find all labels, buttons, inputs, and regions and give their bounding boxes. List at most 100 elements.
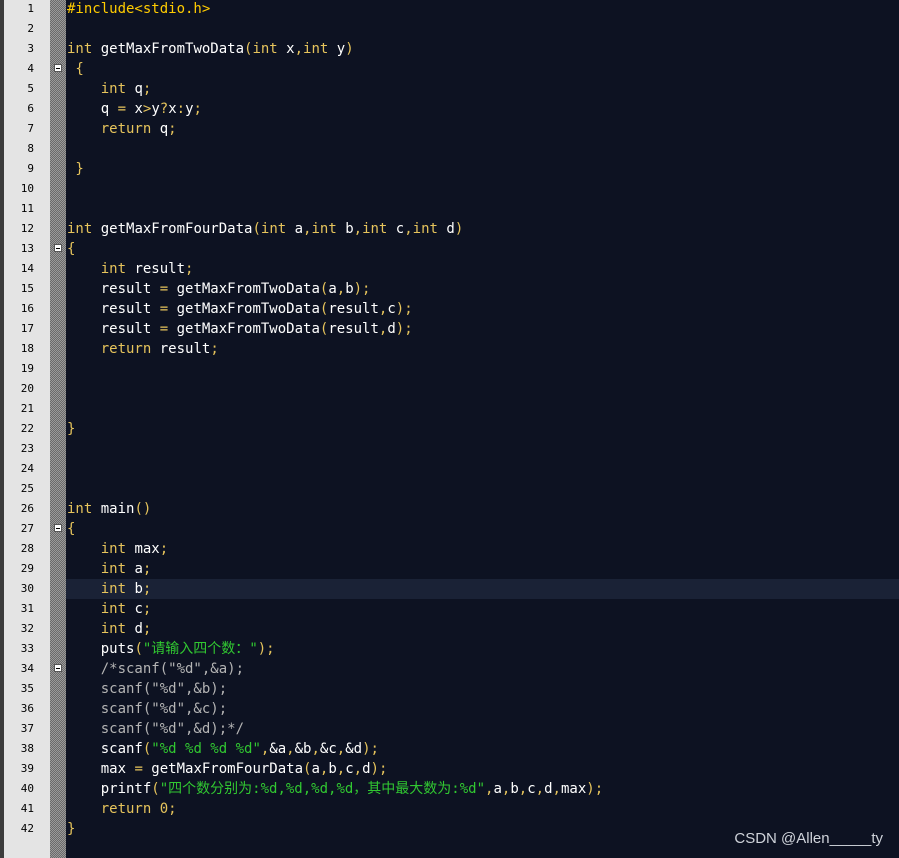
code-text[interactable] bbox=[66, 479, 899, 499]
code-line[interactable]: 30 int b; bbox=[0, 579, 899, 599]
code-line[interactable]: 40 printf("四个数分别为:%d,%d,%d,%d，其中最大数为:%d"… bbox=[0, 779, 899, 799]
code-line[interactable]: 5 int q; bbox=[0, 79, 899, 99]
code-line[interactable]: 29 int a; bbox=[0, 559, 899, 579]
code-line[interactable]: 20 bbox=[0, 379, 899, 399]
code-line[interactable]: 38 scanf("%d %d %d %d",&a,&b,&c,&d); bbox=[0, 739, 899, 759]
code-text[interactable]: { bbox=[66, 519, 899, 539]
code-line[interactable]: 14 int result; bbox=[0, 259, 899, 279]
code-token: a bbox=[493, 781, 502, 797]
code-line[interactable]: 21 bbox=[0, 399, 899, 419]
code-line[interactable]: 28 int max; bbox=[0, 539, 899, 559]
code-line[interactable]: 12 int getMaxFromFourData(int a,int b,int… bbox=[0, 219, 899, 239]
code-text[interactable] bbox=[66, 179, 899, 199]
code-line[interactable]: 34 /*scanf("%d",&a); bbox=[0, 659, 899, 679]
code-token: ); bbox=[395, 301, 413, 317]
code-line[interactable]: 13 { bbox=[0, 239, 899, 259]
code-text[interactable]: int getMaxFromTwoData(int x,int y) bbox=[66, 39, 899, 59]
code-line[interactable]: 26 int main() bbox=[0, 499, 899, 519]
code-text[interactable]: return result; bbox=[66, 339, 899, 359]
code-line[interactable]: 27 { bbox=[0, 519, 899, 539]
code-line[interactable]: 11 bbox=[0, 199, 899, 219]
code-line[interactable]: 10 bbox=[0, 179, 899, 199]
code-text[interactable]: result = getMaxFromTwoData(result,d); bbox=[66, 319, 899, 339]
code-text[interactable]: } bbox=[66, 159, 899, 179]
code-line[interactable]: 2 bbox=[0, 19, 899, 39]
code-text[interactable]: int result; bbox=[66, 259, 899, 279]
code-token: ); bbox=[586, 781, 604, 797]
code-line[interactable]: 16 result = getMaxFromTwoData(result,c); bbox=[0, 299, 899, 319]
code-line[interactable]: 39 max = getMaxFromFourData(a,b,c,d); bbox=[0, 759, 899, 779]
code-text[interactable]: return q; bbox=[66, 119, 899, 139]
code-line[interactable]: 17 result = getMaxFromTwoData(result,d); bbox=[0, 319, 899, 339]
code-text[interactable] bbox=[66, 379, 899, 399]
code-line[interactable]: 18 return result; bbox=[0, 339, 899, 359]
code-token: b bbox=[126, 581, 143, 597]
code-line[interactable]: 4 { bbox=[0, 59, 899, 79]
code-text[interactable]: int q; bbox=[66, 79, 899, 99]
code-token: "请输入四个数： bbox=[142, 641, 250, 657]
fold-collapse-icon[interactable] bbox=[54, 64, 62, 72]
code-text[interactable]: int b; bbox=[66, 579, 899, 599]
code-line[interactable]: 7 return q; bbox=[0, 119, 899, 139]
code-text[interactable]: scanf("%d",&d);*/ bbox=[66, 719, 899, 739]
code-editor[interactable]: 1 #include<stdio.h> 2 3 int getMaxFromTwoDat… bbox=[0, 0, 899, 858]
code-text[interactable]: puts("请输入四个数："); bbox=[66, 639, 899, 659]
code-line[interactable]: 6 q = x>y?x:y; bbox=[0, 99, 899, 119]
code-text[interactable] bbox=[66, 399, 899, 419]
code-line[interactable]: 1 #include<stdio.h> bbox=[0, 0, 899, 19]
code-token: q bbox=[67, 101, 118, 117]
code-text[interactable]: return 0; bbox=[66, 799, 899, 819]
code-text[interactable]: int main() bbox=[66, 499, 899, 519]
code-line[interactable]: 36 scanf("%d",&c); bbox=[0, 699, 899, 719]
fold-collapse-icon[interactable] bbox=[54, 524, 62, 532]
code-line[interactable]: 23 bbox=[0, 439, 899, 459]
code-text[interactable] bbox=[66, 439, 899, 459]
fold-collapse-icon[interactable] bbox=[54, 664, 62, 672]
code-text[interactable]: int c; bbox=[66, 599, 899, 619]
code-text[interactable]: int d; bbox=[66, 619, 899, 639]
code-text[interactable]: q = x>y?x:y; bbox=[66, 99, 899, 119]
code-text[interactable]: max = getMaxFromFourData(a,b,c,d); bbox=[66, 759, 899, 779]
code-line[interactable]: 8 bbox=[0, 139, 899, 159]
code-line[interactable]: 35 scanf("%d",&b); bbox=[0, 679, 899, 699]
code-line[interactable]: 24 bbox=[0, 459, 899, 479]
code-text[interactable]: #include<stdio.h> bbox=[66, 0, 899, 19]
code-text[interactable]: int getMaxFromFourData(int a,int b,int c… bbox=[66, 219, 899, 239]
code-line[interactable]: 19 bbox=[0, 359, 899, 379]
code-line[interactable]: 32 int d; bbox=[0, 619, 899, 639]
code-line[interactable]: 41 return 0; bbox=[0, 799, 899, 819]
code-text[interactable]: scanf("%d",&b); bbox=[66, 679, 899, 699]
code-text[interactable]: scanf("%d",&c); bbox=[66, 699, 899, 719]
code-text[interactable] bbox=[66, 359, 899, 379]
code-text[interactable]: } bbox=[66, 419, 899, 439]
code-text[interactable]: { bbox=[66, 239, 899, 259]
line-number: 40 bbox=[20, 782, 34, 795]
code-text[interactable]: scanf("%d %d %d %d",&a,&b,&c,&d); bbox=[66, 739, 899, 759]
code-text[interactable]: { bbox=[66, 59, 899, 79]
code-line[interactable]: 22} bbox=[0, 419, 899, 439]
code-line[interactable]: 15 result = getMaxFromTwoData(a,b); bbox=[0, 279, 899, 299]
code-line[interactable]: 33 puts("请输入四个数："); bbox=[0, 639, 899, 659]
code-token: , bbox=[286, 741, 295, 757]
code-text[interactable]: int a; bbox=[66, 559, 899, 579]
fold-collapse-icon[interactable] bbox=[54, 244, 62, 252]
line-number: 41 bbox=[20, 802, 34, 815]
line-number: 39 bbox=[20, 762, 34, 775]
code-text[interactable] bbox=[66, 199, 899, 219]
code-text[interactable] bbox=[66, 19, 899, 39]
code-token: a bbox=[126, 561, 143, 577]
code-line[interactable]: 25 bbox=[0, 479, 899, 499]
code-line[interactable]: 3 int getMaxFromTwoData(int x,int y) bbox=[0, 39, 899, 59]
code-line[interactable]: 37 scanf("%d",&d);*/ bbox=[0, 719, 899, 739]
code-text[interactable]: result = getMaxFromTwoData(a,b); bbox=[66, 279, 899, 299]
code-text[interactable]: printf("四个数分别为:%d,%d,%d,%d，其中最大数为:%d", a,… bbox=[66, 779, 899, 799]
code-text[interactable]: result = getMaxFromTwoData(result,c); bbox=[66, 299, 899, 319]
code-text[interactable] bbox=[66, 459, 899, 479]
code-text[interactable] bbox=[66, 139, 899, 159]
code-text[interactable]: /*scanf("%d",&a); bbox=[66, 659, 899, 679]
code-text[interactable]: int max; bbox=[66, 539, 899, 559]
code-token: max bbox=[560, 781, 587, 797]
code-line[interactable]: 9 } bbox=[0, 159, 899, 179]
code-line[interactable]: 31 int c; bbox=[0, 599, 899, 619]
